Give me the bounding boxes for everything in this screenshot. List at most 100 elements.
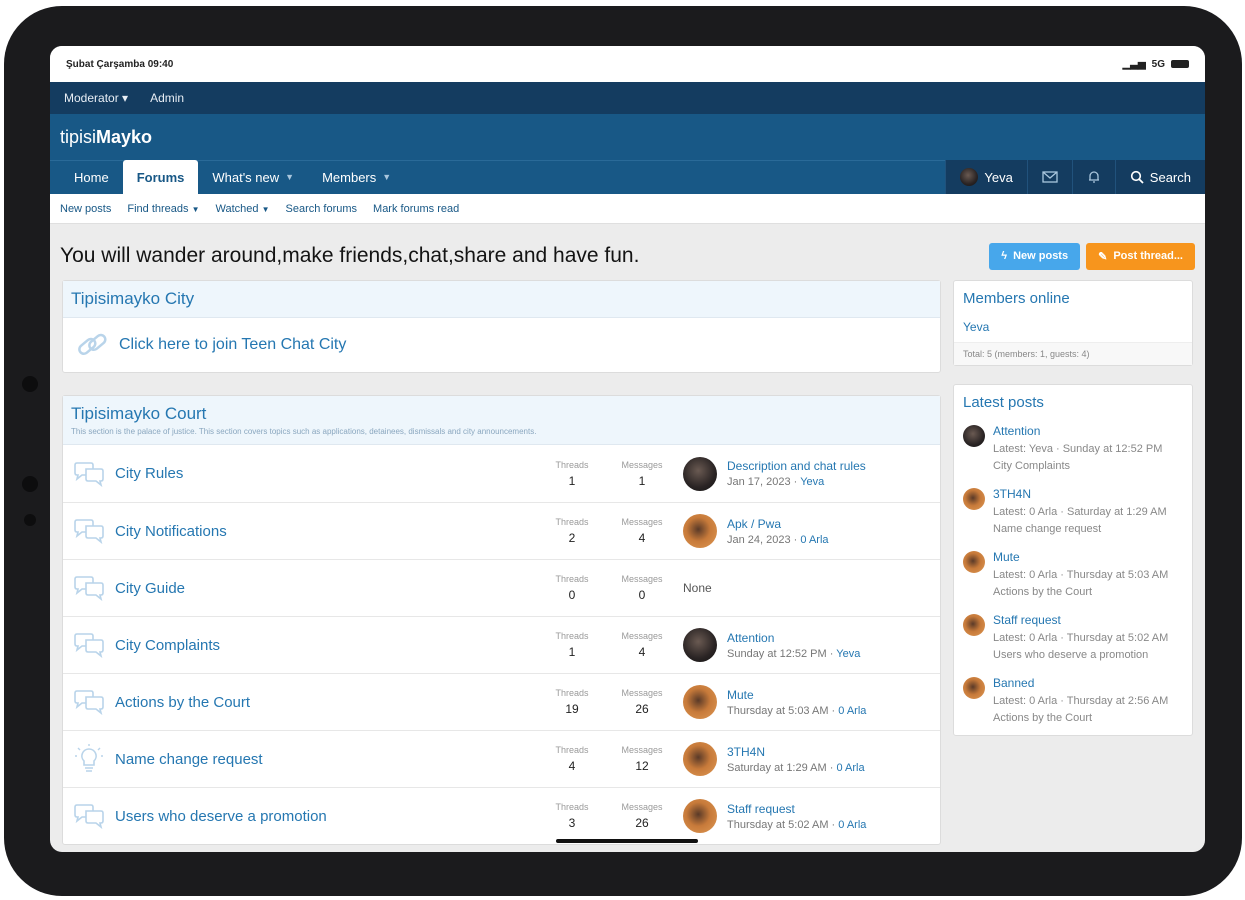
post-thread-button[interactable]: ✎ Post thread... [1086,242,1195,270]
forum-title-link[interactable]: City Notifications [107,523,537,540]
forum-title-link[interactable]: City Complaints [107,637,537,654]
latest-meta: Jan 17, 2023 · Yeva [727,476,866,488]
latest-thread-link[interactable]: Mute [727,688,866,702]
stat-value: 1 [568,645,576,659]
new-posts-button[interactable]: ϟ New posts [989,242,1081,270]
conversations-button[interactable] [1026,160,1072,194]
category-header: Tipisimayko Court This section is the pa… [63,396,940,445]
forum-threads-stat: Threads 2 [537,517,607,545]
latest-user-link[interactable]: 0 Arla [836,762,864,774]
latest-user-link[interactable]: 0 Arla [838,819,866,831]
stat-label: Messages [621,802,663,812]
hardware-button [22,476,38,492]
watched-menu[interactable]: Watched ▼ [216,203,270,215]
online-member-link[interactable]: Yeva [954,316,1192,342]
avatar[interactable] [683,685,717,719]
latest-meta: Saturday at 1:29 AM · 0 Arla [727,762,865,774]
avatar[interactable] [683,456,717,491]
tab-label: Home [74,169,109,185]
latest-post-title[interactable]: Mute [993,550,1168,564]
search-icon [1130,170,1144,184]
account-username: Yeva [984,169,1013,185]
category-title[interactable]: Tipisimayko Court [71,404,932,424]
forum-latest: 3TH4N Saturday at 1:29 AM · 0 Arla [677,742,865,776]
forum-row: City Rules Threads 1 Messages 1 Description a… [63,445,940,502]
latest-meta: Thursday at 5:03 AM · 0 Arla [727,705,866,717]
avatar[interactable] [963,614,985,636]
admin-link[interactable]: Admin [150,91,184,105]
avatar[interactable] [683,628,717,662]
stat-value: 19 [565,702,579,716]
tab-forums[interactable]: Forums [122,160,199,194]
new-posts-link[interactable]: New posts [60,203,111,215]
latest-post-forum[interactable]: City Complaints [993,458,1162,475]
latest-posts-title[interactable]: Latest posts [954,385,1192,420]
latest-post-item: Mute Latest: 0 Arla · Thursday at 5:03 AM… [954,546,1192,609]
latest-posts-list: Attention Latest: Yeva · Sunday at 12:52 … [954,420,1192,735]
forum-messages-stat: Messages 1 [607,460,677,488]
forum-list: Tipisimayko City Click here to join Teen… [62,280,941,852]
latest-post-title[interactable]: Attention [993,424,1162,438]
stat-label: Threads [555,459,589,470]
latest-date: Thursday at 5:03 AM · [727,704,839,717]
latest-post-meta: Latest: 0 Arla · Thursday at 5:02 AM [993,632,1169,644]
latest-user-link[interactable]: 0 Arla [800,534,828,546]
forum-title-link[interactable]: Actions by the Court [107,694,537,711]
logo-bold-text: Mayko [96,126,153,147]
tab-home[interactable]: Home [60,160,123,194]
latest-post-forum[interactable]: Users who deserve a promotion [993,647,1168,664]
latest-thread-link[interactable]: Description and chat rules [727,459,866,473]
avatar[interactable] [963,677,985,699]
category-title[interactable]: Tipisimayko City [71,289,194,308]
latest-post-title[interactable]: Banned [993,676,1168,690]
moderator-menu[interactable]: Moderator ▾ [64,91,128,105]
latest-thread-link[interactable]: Staff request [727,802,866,816]
latest-user-link[interactable]: 0 Arla [838,705,866,717]
forum-title-link[interactable]: Users who deserve a promotion [107,808,537,825]
members-online-title[interactable]: Members online [954,281,1192,316]
mark-forums-read-link[interactable]: Mark forums read [373,203,459,215]
tab-members[interactable]: Members ▼ [308,160,405,194]
latest-thread-link[interactable]: Apk / Pwa [727,517,829,531]
tab-whats-new[interactable]: What's new ▼ [198,160,308,194]
city-link-row[interactable]: Click here to join Teen Chat City [63,318,940,372]
forum-threads-stat: Threads 0 [537,574,607,602]
user-nav: Yeva Search [945,160,1205,194]
avatar[interactable] [683,799,717,833]
latest-post-title[interactable]: Staff request [993,613,1168,627]
avatar[interactable] [963,488,985,510]
search-button[interactable]: Search [1114,160,1205,194]
latest-post-forum[interactable]: Name change request [993,521,1167,538]
stat-value: 3 [568,816,576,830]
stat-label: Messages [621,517,663,527]
avatar[interactable] [683,742,717,776]
latest-thread-link[interactable]: Attention [727,631,860,645]
latest-post-title[interactable]: 3TH4N [993,487,1167,501]
avatar[interactable] [963,425,985,447]
stat-value: 4 [638,531,646,545]
stat-value: 0 [638,588,646,602]
sub-nav: New posts Find threads ▼ Watched ▼ Searc… [50,194,1205,224]
latest-post-forum[interactable]: Actions by the Court [993,584,1168,601]
site-logo[interactable]: tipisiMayko [60,127,152,148]
forum-title-link[interactable]: City Rules [107,465,537,482]
forum-title-link[interactable]: City Guide [107,580,537,597]
stat-label: Threads [555,574,589,584]
alerts-button[interactable] [1071,160,1115,194]
forum-title-link[interactable]: Name change request [107,751,537,768]
latest-post-forum[interactable]: Actions by the Court [993,710,1168,727]
latest-thread-link[interactable]: 3TH4N [727,745,865,759]
latest-user-link[interactable]: Yeva [800,476,824,488]
forum-messages-stat: Messages 26 [607,802,677,830]
forum-row: City Notifications Threads 2 Messages 4 Apk /… [63,502,940,559]
avatar[interactable] [963,551,985,573]
avatar[interactable] [683,514,717,548]
status-time: Şubat Çarşamba 09:40 [66,58,174,70]
page-title: You will wander around,make friends,chat… [60,244,640,267]
hardware-button [24,514,36,526]
find-threads-menu[interactable]: Find threads ▼ [127,203,199,215]
account-menu[interactable]: Yeva [945,160,1026,194]
search-forums-link[interactable]: Search forums [286,203,358,215]
latest-user-link[interactable]: Yeva [836,648,860,660]
latest-date: Jan 17, 2023 · [727,476,801,488]
